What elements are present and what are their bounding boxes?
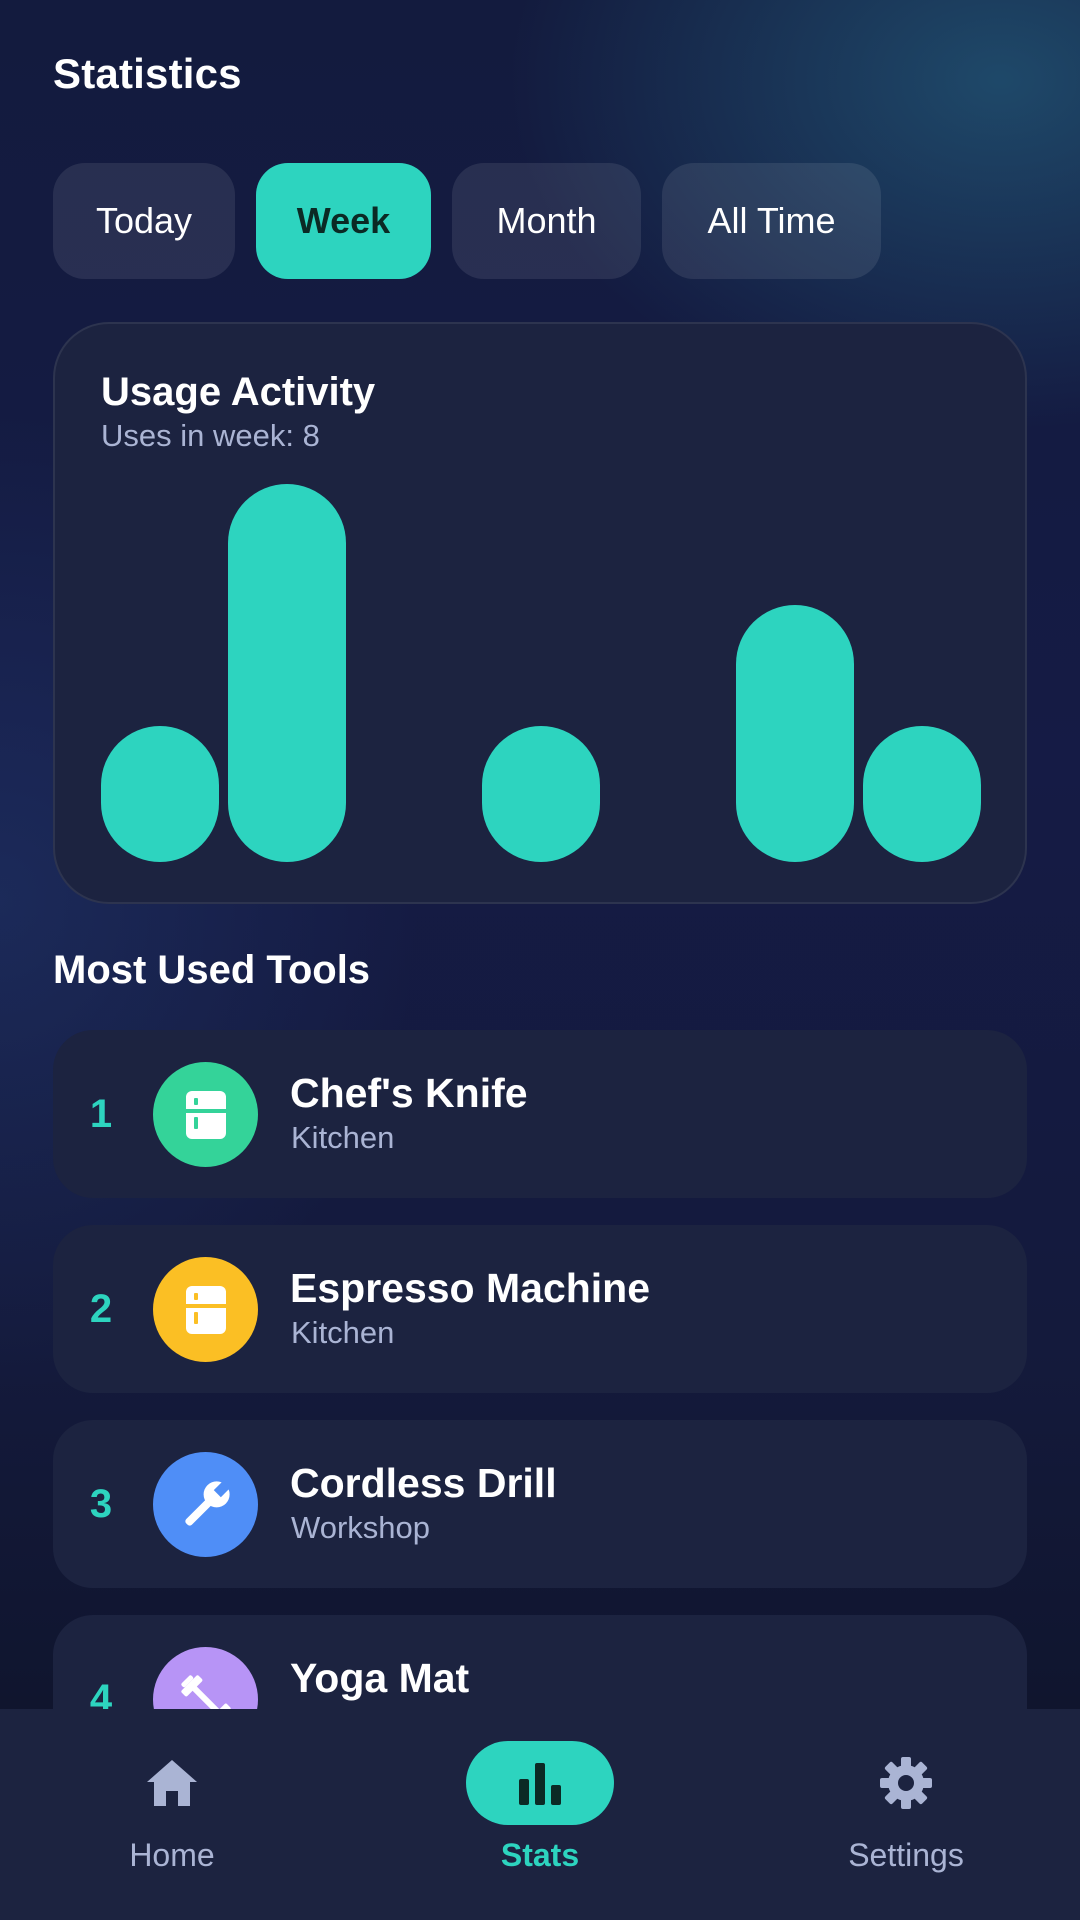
tool-name: Cordless Drill	[290, 1460, 557, 1506]
bottom-navigation: Home Stats Settings	[0, 1709, 1080, 1920]
period-tabs: Today Week Month All Time	[53, 163, 881, 279]
fridge-icon	[153, 1062, 258, 1167]
wrench-icon	[153, 1452, 258, 1557]
tab-all-time[interactable]: All Time	[662, 163, 881, 279]
usage-activity-title: Usage Activity	[101, 370, 376, 414]
chart-bar	[228, 484, 346, 862]
tool-rank: 1	[89, 1091, 113, 1136]
tool-category: Kitchen	[291, 1315, 395, 1350]
chart-bar	[482, 726, 600, 862]
tool-name: Chef's Knife	[290, 1070, 528, 1116]
tool-row[interactable]: 3 Cordless Drill Workshop	[53, 1420, 1027, 1588]
tool-row[interactable]: 2 Espresso Machine Kitchen	[53, 1225, 1027, 1393]
usage-bar-chart	[101, 484, 981, 862]
tool-rank: 2	[89, 1286, 113, 1331]
chart-bar	[863, 726, 981, 862]
nav-home-label: Home	[129, 1837, 215, 1873]
tool-category: Kitchen	[291, 1120, 395, 1155]
usage-activity-card: Usage Activity Uses in week: 8	[53, 322, 1027, 904]
tab-week[interactable]: Week	[256, 163, 431, 279]
tool-row[interactable]: 1 Chef's Knife Kitchen	[53, 1030, 1027, 1198]
nav-settings[interactable]: Settings	[786, 1709, 1026, 1920]
nav-stats[interactable]: Stats	[420, 1709, 660, 1920]
chart-bar	[736, 605, 854, 862]
bar-chart-icon	[466, 1741, 614, 1825]
gear-icon	[832, 1741, 980, 1825]
tool-name: Yoga Mat	[290, 1655, 470, 1701]
page-title: Statistics	[53, 50, 242, 97]
tab-month[interactable]: Month	[452, 163, 641, 279]
fridge-icon	[153, 1257, 258, 1362]
most-used-tools-title: Most Used Tools	[53, 948, 371, 992]
home-icon	[98, 1741, 246, 1825]
tool-category: Workshop	[291, 1510, 430, 1545]
most-used-tools-list: 1 Chef's Knife Kitchen 2 Espresso Machin…	[53, 1030, 1027, 1810]
tool-name: Espresso Machine	[290, 1265, 651, 1311]
usage-activity-subtitle: Uses in week: 8	[101, 418, 320, 453]
tab-today[interactable]: Today	[53, 163, 235, 279]
nav-stats-label: Stats	[500, 1837, 580, 1873]
nav-home[interactable]: Home	[52, 1709, 292, 1920]
chart-bar	[101, 726, 219, 862]
nav-settings-label: Settings	[848, 1837, 964, 1873]
tool-rank: 3	[89, 1481, 113, 1526]
